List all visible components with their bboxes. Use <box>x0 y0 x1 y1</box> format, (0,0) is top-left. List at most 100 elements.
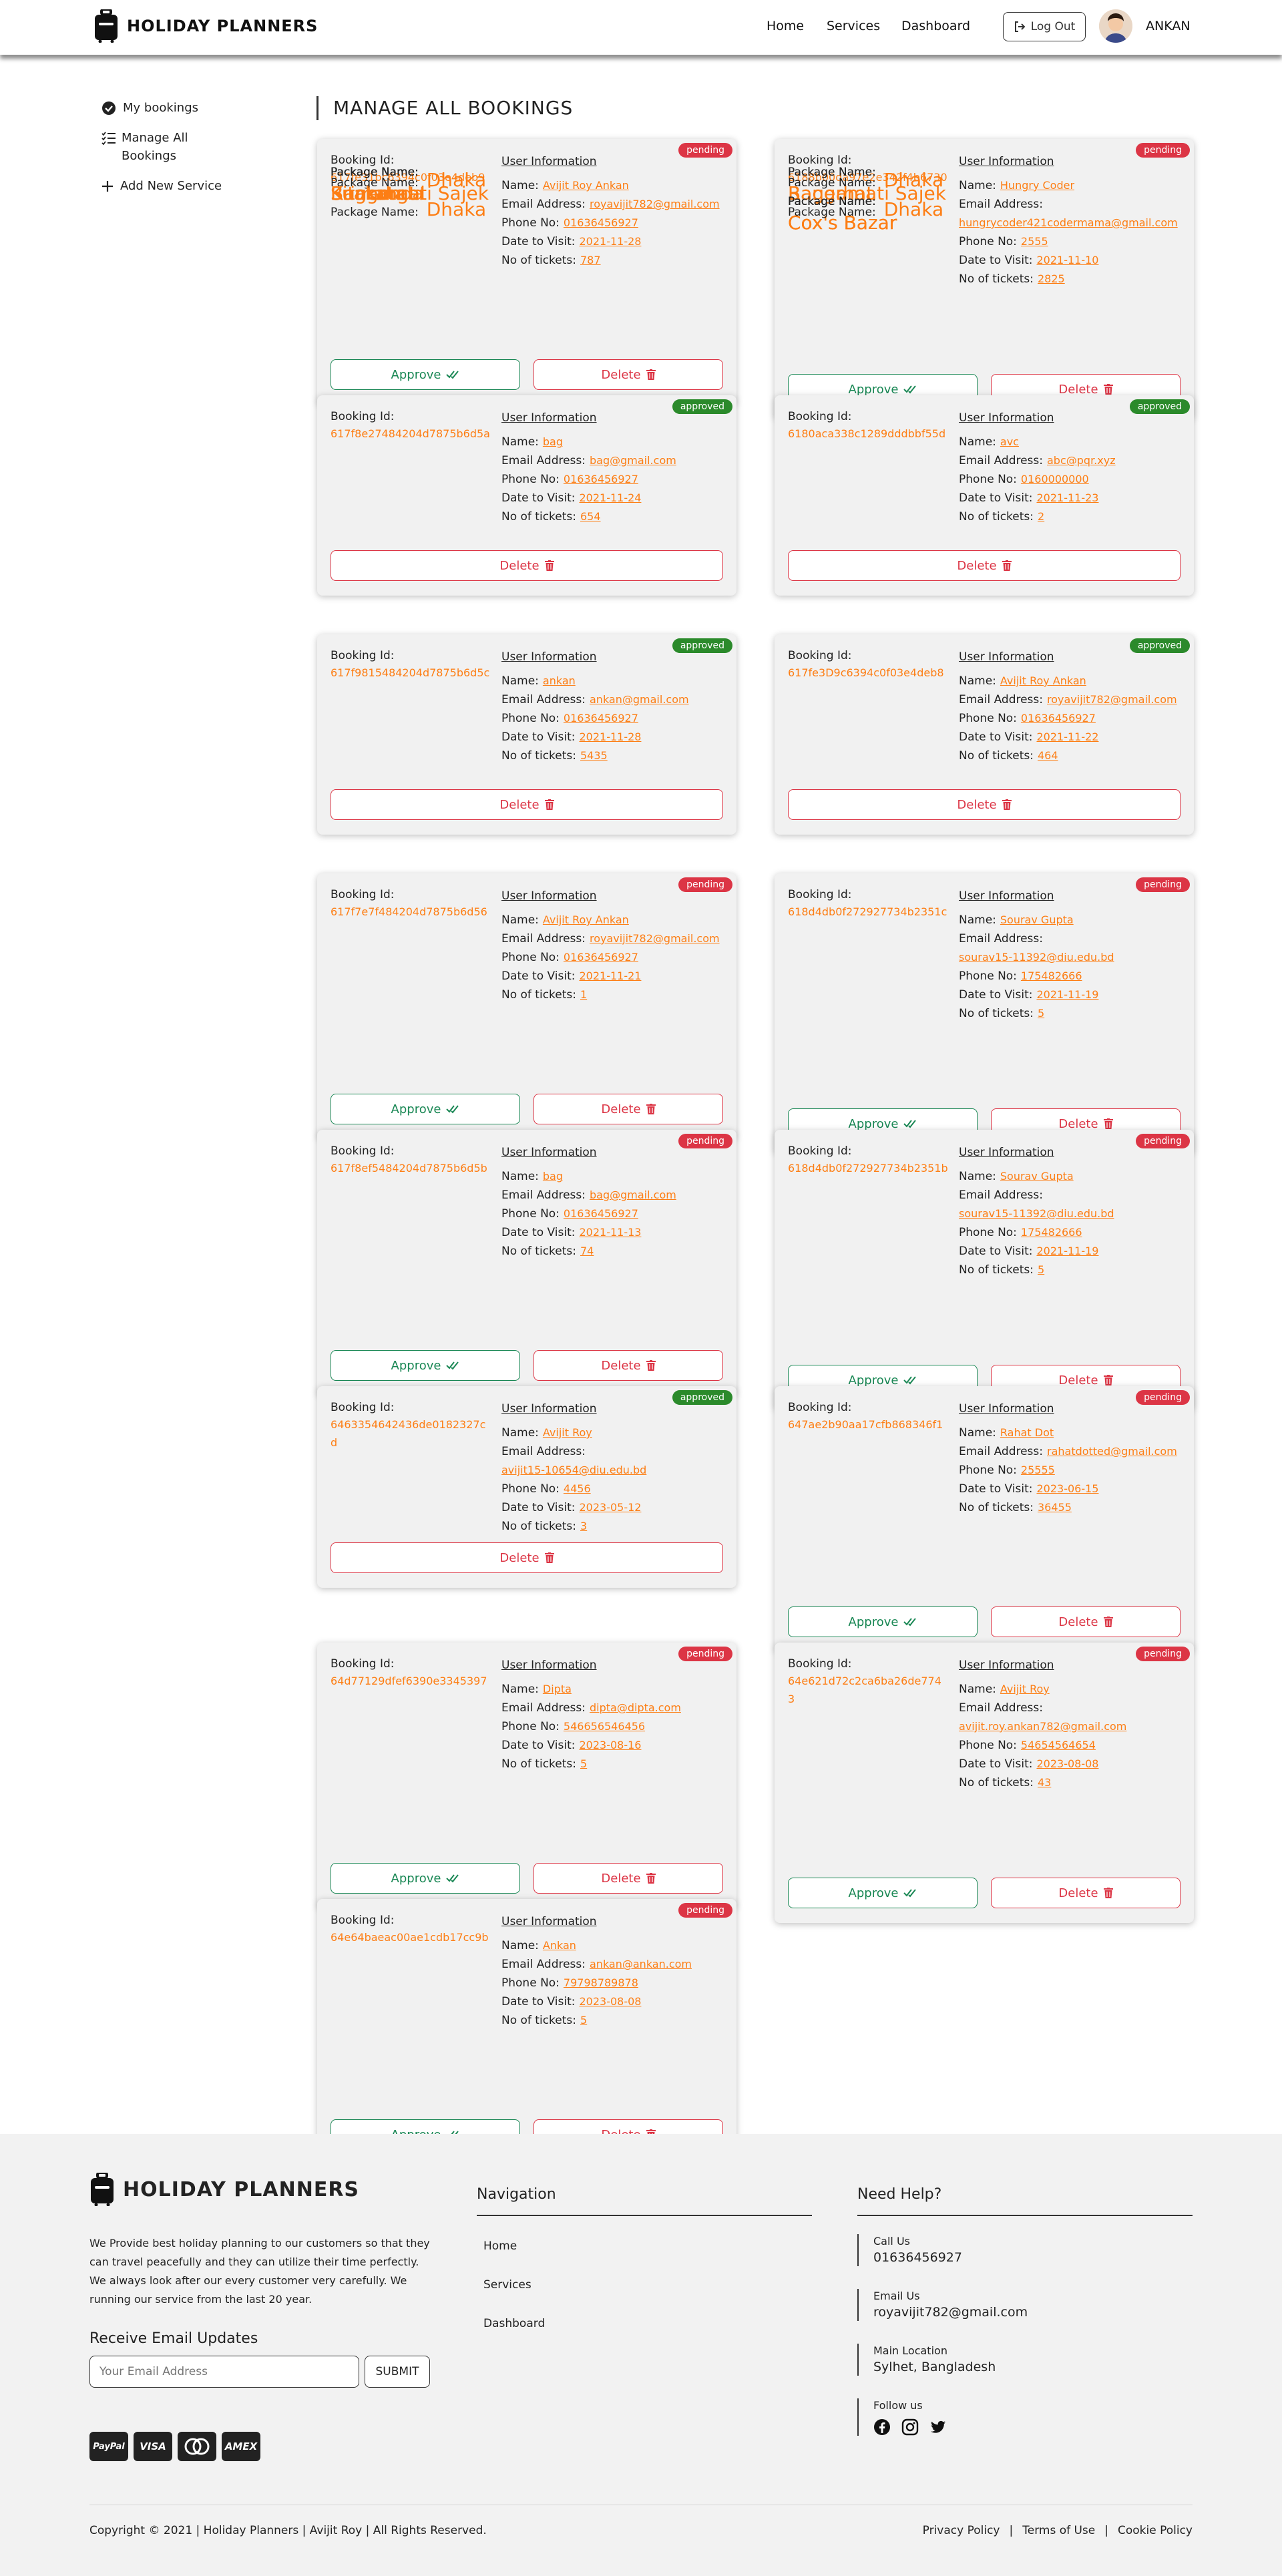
tickets-value[interactable]: 2825 <box>1038 272 1065 285</box>
date-value[interactable]: 2021-11-28 <box>579 235 641 248</box>
date-value[interactable]: 2021-11-28 <box>579 730 641 743</box>
tickets-value[interactable]: 43 <box>1038 1776 1051 1789</box>
phone-value[interactable]: 175482666 <box>1021 970 1082 982</box>
name-value[interactable]: Avijit Roy Ankan <box>1000 674 1086 687</box>
email-value[interactable]: sourav15-11392@diu.edu.bd <box>959 1205 1186 1223</box>
phone-value[interactable]: 175482666 <box>1021 1226 1082 1239</box>
delete-button[interactable]: Delete <box>788 789 1181 820</box>
phone-value[interactable]: 79798789878 <box>564 1976 638 1989</box>
delete-button[interactable]: Delete <box>991 1606 1181 1637</box>
facebook-icon[interactable] <box>873 2418 891 2436</box>
date-value[interactable]: 2023-08-16 <box>579 1739 641 1751</box>
delete-button[interactable]: Delete <box>533 1863 723 1894</box>
tickets-value[interactable]: 787 <box>580 254 601 266</box>
logout-button[interactable]: Log Out <box>1003 12 1086 41</box>
approve-button[interactable]: Approve <box>331 1094 520 1124</box>
name-value[interactable]: Dipta <box>543 1683 572 1695</box>
name-value[interactable]: bag <box>543 435 563 448</box>
email-value[interactable]: bag@gmail.com <box>590 454 676 467</box>
email-value[interactable]: ankan@gmail.com <box>590 693 689 706</box>
name-value[interactable]: Sourav Gupta <box>1000 1170 1074 1183</box>
tickets-value[interactable]: 1 <box>580 988 587 1001</box>
name-value[interactable]: Avijit Roy Ankan <box>543 179 629 192</box>
phone-value[interactable]: 01636456927 <box>564 1207 638 1220</box>
email-value[interactable]: avijit15-10654@diu.edu.bd <box>501 1461 728 1480</box>
delete-button[interactable]: Delete <box>788 550 1181 581</box>
tickets-value[interactable]: 2 <box>1038 510 1044 523</box>
tickets-value[interactable]: 5 <box>1038 1263 1044 1276</box>
privacy-policy-link[interactable]: Privacy Policy <box>923 2524 1000 2537</box>
email-value[interactable]: royavijit782@gmail.com <box>1047 693 1177 706</box>
nav-services[interactable]: Services <box>827 19 880 33</box>
phone-value[interactable]: 546656546456 <box>564 1720 645 1733</box>
name-value[interactable]: Avijit Roy <box>543 1426 592 1439</box>
sidebar-item-my-bookings[interactable]: My bookings <box>101 99 235 117</box>
delete-button[interactable]: Delete <box>991 1878 1181 1908</box>
phone-value[interactable]: 01636456927 <box>564 216 638 229</box>
name-value[interactable]: Avijit Roy Ankan <box>543 913 629 926</box>
phone-value[interactable]: 0160000000 <box>1021 473 1089 485</box>
email-value[interactable]: royavijit782@gmail.com <box>590 932 720 945</box>
email-value[interactable]: rahatdotted@gmail.com <box>1047 1445 1177 1458</box>
delete-button[interactable]: Delete <box>331 550 723 581</box>
date-value[interactable]: 2021-11-23 <box>1036 491 1098 504</box>
approve-button[interactable]: Approve <box>788 1878 978 1908</box>
approve-button[interactable]: Approve <box>788 1606 978 1637</box>
twitter-icon[interactable] <box>929 2418 947 2436</box>
call-value[interactable]: 01636456927 <box>873 2249 962 2266</box>
phone-value[interactable]: 01636456927 <box>1021 712 1096 724</box>
date-value[interactable]: 2021-11-13 <box>579 1226 641 1239</box>
tickets-value[interactable]: 74 <box>580 1245 594 1257</box>
nav-dashboard[interactable]: Dashboard <box>901 19 970 33</box>
phone-value[interactable]: 25555 <box>1021 1464 1055 1476</box>
sidebar-item-manage-all-bookings[interactable]: Manage All Bookings <box>101 129 235 165</box>
footer-nav-dashboard[interactable]: Dashboard <box>483 2317 545 2330</box>
name-value[interactable]: Hungry Coder <box>1000 179 1074 192</box>
date-value[interactable]: 2021-11-19 <box>1036 988 1098 1001</box>
phone-value[interactable]: 54654564654 <box>1021 1739 1096 1751</box>
delete-button[interactable]: Delete <box>533 359 723 390</box>
approve-button[interactable]: Approve <box>331 1863 520 1894</box>
newsletter-email-input[interactable] <box>89 2356 359 2388</box>
delete-button[interactable]: Delete <box>331 1542 723 1573</box>
name-value[interactable]: bag <box>543 1170 563 1183</box>
date-value[interactable]: 2021-11-24 <box>579 491 641 504</box>
email-value[interactable]: bag@gmail.com <box>590 1189 676 1201</box>
nav-home-link[interactable]: Home <box>767 19 804 33</box>
date-value[interactable]: 2023-06-15 <box>1036 1482 1098 1495</box>
tickets-value[interactable]: 5435 <box>580 749 608 762</box>
date-value[interactable]: 2021-11-19 <box>1036 1245 1098 1257</box>
email-value[interactable]: sourav15-11392@diu.edu.bd <box>959 948 1186 967</box>
brand-logo[interactable]: HOLIDAY PLANNERS <box>93 9 318 43</box>
phone-value[interactable]: 4456 <box>564 1482 591 1495</box>
name-value[interactable]: Rahat Dot <box>1000 1426 1054 1439</box>
email-value[interactable]: royavijit782@gmail.com <box>590 198 720 210</box>
tickets-value[interactable]: 3 <box>580 1520 587 1532</box>
date-value[interactable]: 2023-08-08 <box>579 1995 641 2008</box>
nav-services-link[interactable]: Services <box>827 19 880 33</box>
name-value[interactable]: ankan <box>543 674 576 687</box>
email-value[interactable]: ankan@ankan.com <box>590 1958 692 1970</box>
date-value[interactable]: 2023-05-12 <box>579 1501 641 1514</box>
email-value[interactable]: abc@pqr.xyz <box>1047 454 1116 467</box>
delete-button[interactable]: Delete <box>331 789 723 820</box>
email-value[interactable]: avijit.roy.ankan782@gmail.com <box>959 1717 1186 1736</box>
name-value[interactable]: Avijit Roy <box>1000 1683 1050 1695</box>
tickets-value[interactable]: 5 <box>580 1757 587 1770</box>
date-value[interactable]: 2021-11-10 <box>1036 254 1098 266</box>
name-value[interactable]: Sourav Gupta <box>1000 913 1074 926</box>
newsletter-submit-button[interactable]: SUBMIT <box>365 2356 430 2388</box>
email-value[interactable]: dipta@dipta.com <box>590 1701 681 1714</box>
instagram-icon[interactable] <box>901 2418 919 2436</box>
email-value[interactable]: hungrycoder421codermama@gmail.com <box>959 214 1186 232</box>
footer-nav-home[interactable]: Home <box>483 2239 517 2253</box>
email-value[interactable]: royavijit782@gmail.com <box>873 2304 1028 2321</box>
tickets-value[interactable]: 464 <box>1038 749 1058 762</box>
phone-value[interactable]: 01636456927 <box>564 473 638 485</box>
delete-button[interactable]: Delete <box>533 1094 723 1124</box>
avatar[interactable] <box>1099 9 1132 43</box>
sidebar-item-add-new-service[interactable]: Add New Service <box>101 177 235 195</box>
date-value[interactable]: 2021-11-21 <box>579 970 641 982</box>
cookie-policy-link[interactable]: Cookie Policy <box>1118 2524 1193 2537</box>
phone-value[interactable]: 2555 <box>1021 235 1048 248</box>
